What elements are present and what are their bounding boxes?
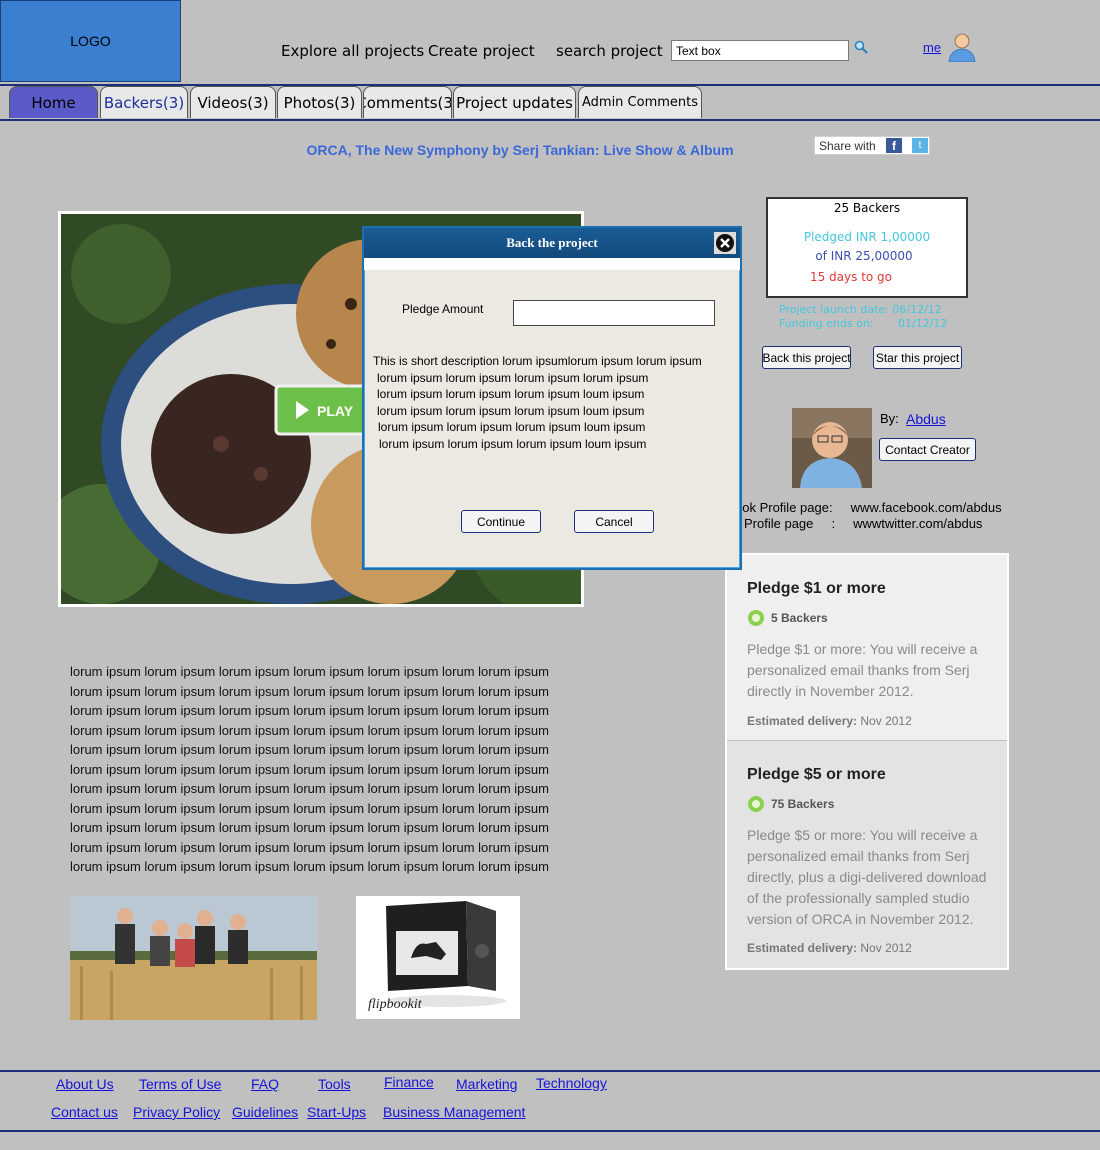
reward-title: Pledge $5 or more — [747, 766, 886, 783]
pledge-amount-input[interactable] — [513, 300, 715, 326]
tab-home[interactable]: Home — [9, 86, 98, 118]
description-line: lorum ipsum lorum ipsum lorum ipsum loru… — [70, 664, 549, 679]
delivery-value: Nov 2012 — [860, 941, 912, 955]
search-icon[interactable] — [854, 40, 868, 54]
reward-title: Pledge $1 or more — [747, 580, 886, 597]
continue-button[interactable]: Continue — [461, 510, 541, 533]
footer-terms[interactable]: Terms of Use — [139, 1076, 221, 1092]
description-line: lorum ipsum lorum ipsum lorum ipsum loru… — [70, 742, 549, 757]
backers-badge-icon — [748, 796, 764, 812]
modal-description-line: lorum ipsum lorum ipsum lorum ipsum loum… — [379, 436, 647, 451]
project-description: lorum ipsum lorum ipsum lorum ipsum loru… — [70, 662, 570, 877]
tabs-divider — [0, 119, 1100, 121]
band-photo[interactable] — [70, 896, 317, 1020]
footer-bottom-divider — [0, 1130, 1100, 1132]
backers-badge-icon — [748, 610, 764, 626]
footer-guidelines[interactable]: Guidelines — [232, 1104, 298, 1120]
description-line: lorum ipsum lorum ipsum lorum ipsum loru… — [70, 800, 549, 816]
reward-backers: 5 Backers — [747, 609, 828, 627]
creator-name-link[interactable]: Abdus — [906, 411, 946, 427]
description-line: lorum ipsum lorum ipsum lorum ipsum loru… — [70, 722, 549, 738]
cancel-button[interactable]: Cancel — [574, 510, 654, 533]
reward-description: Pledge $5 or more: You will receive a pe… — [747, 827, 987, 927]
footer-technology[interactable]: Technology — [536, 1075, 607, 1091]
tab-admin-comments[interactable]: Admin Comments — [578, 86, 702, 118]
modal-description-line: This is short description lorum ipsumlor… — [373, 354, 702, 368]
close-icon[interactable] — [714, 232, 736, 254]
creator-avatar — [792, 408, 872, 488]
modal-description-line: lorum ipsum lorum ipsum lorum ipsum loru… — [377, 370, 649, 385]
reward-backers: 75 Backers — [747, 795, 834, 813]
contact-creator-button[interactable]: Contact Creator — [879, 438, 976, 461]
back-project-button[interactable]: Back this project — [762, 346, 851, 369]
description-line: lorum ipsum lorum ipsum lorum ipsum loru… — [70, 683, 549, 699]
description-line: lorum ipsum lorum ipsum lorum ipsum loru… — [70, 839, 549, 855]
goal-amount: of INR 25,00000 — [815, 249, 913, 263]
star-project-button[interactable]: Star this project — [873, 346, 962, 369]
delivery-value: Nov 2012 — [860, 714, 912, 728]
pledge-amount-label: Pledge Amount — [402, 302, 484, 316]
footer-business-management[interactable]: Business Management — [383, 1104, 525, 1120]
delivery-label: Estimated delivery: — [747, 714, 858, 728]
footer-privacy-policy[interactable]: Privacy Policy — [133, 1104, 220, 1120]
tab-backers[interactable]: Backers(3) — [100, 86, 188, 118]
twitter-profile: Profile page : wwwtwitter.com/abdus — [744, 516, 983, 531]
footer-top-divider — [0, 1070, 1100, 1072]
search-input[interactable]: Text box — [671, 40, 849, 61]
days-remaining: 15 days to go — [809, 270, 893, 284]
reward-delivery: Estimated delivery: Nov 2012 — [747, 941, 912, 955]
facebook-profile: ook Profile page: www.facebook.com/abdus — [735, 500, 1002, 515]
reward-backers-count: 75 Backers — [771, 797, 835, 811]
tab-photos[interactable]: Photos(3) — [277, 86, 362, 118]
description-line: lorum ipsum lorum ipsum lorum ipsum loru… — [70, 761, 549, 777]
description-line: lorum ipsum lorum ipsum lorum ipsum loru… — [70, 820, 549, 835]
modal-title: Back the project — [506, 235, 598, 250]
tab-project-updates[interactable]: Project updates — [453, 86, 576, 118]
logo[interactable]: LOGO — [0, 0, 181, 82]
nav-explore-projects[interactable]: Explore all projects — [281, 42, 424, 60]
modal-header-band — [364, 258, 740, 270]
twitter-icon[interactable]: t — [912, 138, 928, 153]
footer-marketing[interactable]: Marketing — [456, 1076, 517, 1092]
footer-faq[interactable]: FAQ — [251, 1076, 279, 1092]
footer-start-ups[interactable]: Start-Ups — [307, 1104, 366, 1120]
flipbookit-caption: flipbookit — [368, 997, 423, 1012]
share-label: Share with — [819, 139, 876, 153]
funding-end-date: Funding ends on: 01/12/12 — [779, 317, 948, 330]
nav-search-project-label: search project — [556, 42, 663, 60]
reward-tiers: Pledge $1 or more 5 Backers Pledge $1 or… — [725, 553, 1009, 970]
description-line: lorum ipsum lorum ipsum lorum ipsum loru… — [70, 703, 549, 718]
reward-backers-count: 5 Backers — [771, 611, 828, 625]
footer-about-us[interactable]: About Us — [56, 1076, 114, 1092]
nav-create-project[interactable]: Create project — [428, 42, 535, 60]
description-line: lorum ipsum lorum ipsum lorum ipsum loru… — [70, 859, 549, 874]
delivery-label: Estimated delivery: — [747, 941, 858, 955]
launch-date: Project launch date: 06/12/12 — [779, 303, 942, 316]
flipbookit-photo[interactable]: flipbookit — [356, 896, 520, 1019]
reward-description: Pledge $1 or more: You will receive a pe… — [747, 641, 978, 699]
play-label: PLAY — [317, 403, 354, 419]
tab-comments[interactable]: Comments(3) — [363, 86, 452, 118]
modal-header: Back the project — [364, 228, 740, 258]
user-avatar-icon[interactable] — [948, 32, 976, 62]
back-project-modal: Back the project Pledge Amount This is s… — [362, 226, 742, 570]
funding-stats: 25 Backers Pledged INR 1,00000 of INR 25… — [766, 197, 968, 298]
creator-by-label: By: — [880, 411, 899, 426]
tab-videos[interactable]: Videos(3) — [190, 86, 276, 118]
facebook-icon[interactable]: f — [886, 138, 902, 153]
modal-description-line: lorum ipsum lorum ipsum lorum ipsum loum… — [377, 403, 645, 418]
modal-description-line: lorum ipsum lorum ipsum lorum ipsum loum… — [378, 420, 646, 434]
reward-tier[interactable]: Pledge $1 or more 5 Backers Pledge $1 or… — [727, 555, 1007, 740]
footer-contact-us[interactable]: Contact us — [51, 1104, 118, 1120]
user-profile-link[interactable]: me — [923, 40, 941, 55]
pledged-amount: Pledged INR 1,00000 — [803, 230, 931, 244]
footer-tools[interactable]: Tools — [318, 1076, 351, 1092]
reward-tier[interactable]: Pledge $5 or more 75 Backers Pledge $5 o… — [727, 741, 1007, 968]
backers-count: 25 Backers — [833, 201, 901, 215]
footer-finance[interactable]: Finance — [384, 1074, 434, 1090]
modal-description: This is short description lorum ipsumlor… — [373, 353, 702, 452]
description-line: lorum ipsum lorum ipsum lorum ipsum loru… — [70, 781, 549, 796]
modal-description-line: lorum ipsum lorum ipsum lorum ipsum loum… — [377, 387, 645, 401]
reward-delivery: Estimated delivery: Nov 2012 — [747, 714, 912, 728]
